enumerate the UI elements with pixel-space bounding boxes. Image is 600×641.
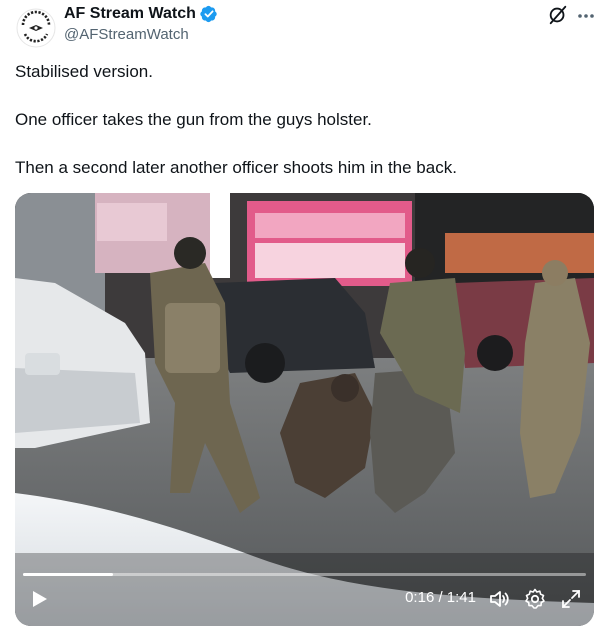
progress-fill	[23, 573, 114, 576]
stream-watch-logo-icon	[16, 8, 56, 48]
handle[interactable]: @AFStreamWatch	[64, 25, 189, 45]
video-time: 0:16 / 1:41	[405, 589, 476, 606]
name-row: AF Stream Watch	[64, 4, 218, 24]
display-name[interactable]: AF Stream Watch	[64, 4, 196, 24]
video-controls: 0:16 / 1:41	[15, 585, 594, 621]
tweet-paragraph: Then a second later another officer shoo…	[15, 158, 457, 177]
more-options-icon[interactable]	[576, 6, 596, 26]
expand-icon[interactable]	[559, 587, 583, 611]
video-player[interactable]: 0:16 / 1:41	[15, 193, 594, 626]
volume-icon[interactable]	[487, 587, 511, 611]
tweet-paragraph: One officer takes the gun from the guys …	[15, 110, 372, 129]
video-frame	[15, 193, 594, 626]
gear-icon[interactable]	[523, 587, 547, 611]
progress-bar[interactable]	[23, 573, 586, 576]
tweet-paragraph: Stabilised version.	[15, 62, 153, 81]
verified-badge-icon	[200, 5, 217, 23]
play-icon[interactable]	[27, 587, 51, 611]
avatar[interactable]	[16, 8, 56, 48]
tweet-header: AF Stream Watch @AFStreamWatch	[0, 0, 600, 56]
grok-icon[interactable]	[547, 4, 569, 26]
